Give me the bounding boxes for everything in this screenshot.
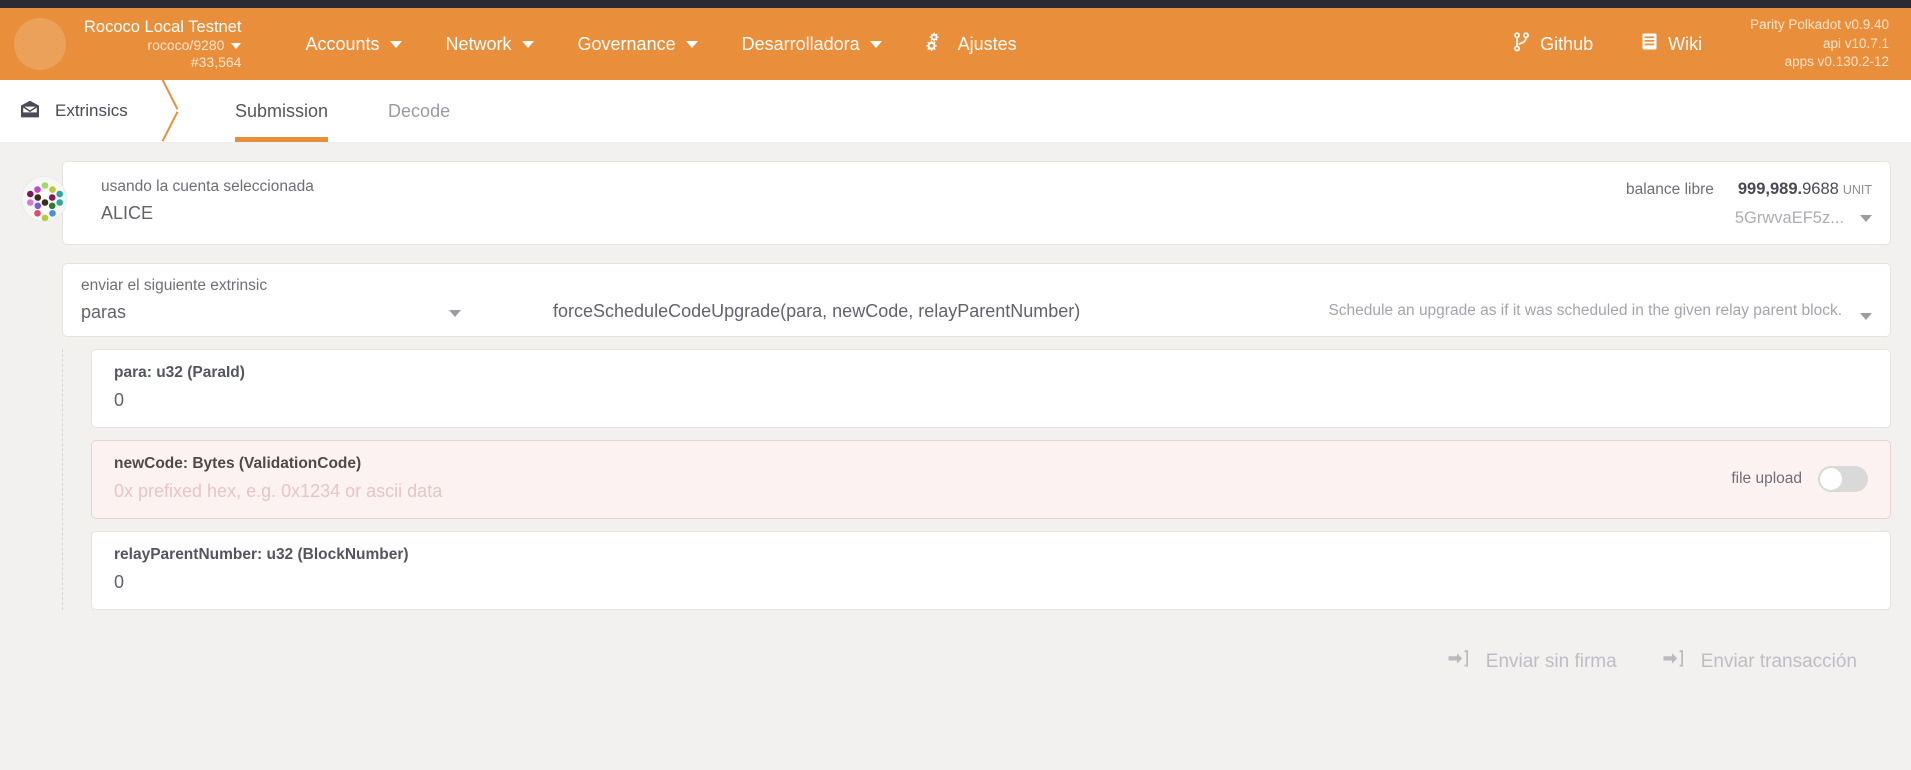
param-list: para: u32 (ParaId) 0 newCode: Bytes (Val… — [62, 349, 1891, 610]
node-version: Parity Polkadot v0.9.40 — [1750, 17, 1889, 33]
balance-unit: UNIT — [1842, 183, 1872, 197]
account-label: usando la cuenta seleccionada — [101, 178, 314, 195]
page-title-label: Extrinsics — [55, 101, 128, 120]
github-link[interactable]: Github — [1491, 22, 1615, 67]
nav-item-label: Accounts — [305, 33, 380, 54]
account-selector-card[interactable]: usando la cuenta seleccionada ALICE bala… — [21, 161, 1891, 245]
sign-in-icon — [1663, 650, 1683, 673]
version-info: Parity Polkadot v0.9.40 api v10.7.1 apps… — [1750, 16, 1889, 72]
param-label: relayParentNumber: u32 (BlockNumber) — [114, 546, 409, 563]
sign-in-icon — [1448, 650, 1468, 673]
submit-unsigned-button[interactable]: Enviar sin firma — [1448, 650, 1617, 673]
tab-bar: Extrinsics Submission Decode — [0, 80, 1911, 143]
param-row-newcode[interactable]: newCode: Bytes (ValidationCode) 0x prefi… — [91, 440, 1891, 519]
action-label: Enviar sin firma — [1485, 650, 1617, 672]
nav-item-accounts[interactable]: Accounts — [283, 24, 423, 65]
gears-icon — [925, 32, 948, 57]
param-row-para[interactable]: para: u32 (ParaId) 0 — [91, 349, 1891, 428]
balance-amount: 999,989.9688 UNIT — [1738, 180, 1872, 199]
toggle-knob — [1820, 467, 1842, 490]
chain-block-number: #33,564 — [190, 54, 242, 71]
page-title: Extrinsics — [0, 80, 165, 142]
book-icon — [1641, 32, 1658, 56]
tab-label: Decode — [388, 100, 451, 121]
polkadot-identicon[interactable] — [21, 176, 67, 222]
top-window-strip — [0, 0, 1911, 8]
extrinsic-label: enviar el siguiente extrinsic — [81, 277, 268, 294]
chevron-down-icon[interactable] — [1860, 215, 1872, 222]
nav-item-developer[interactable]: Desarrolladora — [720, 24, 904, 65]
chevron-down-icon — [521, 40, 534, 48]
github-label: Github — [1540, 33, 1594, 54]
file-upload-control: file upload — [1731, 465, 1872, 492]
param-label: para: u32 (ParaId) — [114, 364, 245, 381]
nav-item-label: Governance — [577, 33, 676, 54]
wiki-link[interactable]: Wiki — [1619, 22, 1724, 66]
apps-version: apps v0.130.2-12 — [1784, 54, 1889, 70]
balance-label: balance libre — [1625, 181, 1714, 198]
tab-list: Submission Decode — [205, 80, 480, 142]
nav-item-settings[interactable]: Ajustes — [904, 22, 1039, 67]
param-input[interactable]: 0x prefixed hex, e.g. 0x1234 or ascii da… — [114, 481, 442, 502]
action-bar: Enviar sin firma Enviar transacción — [20, 610, 1891, 673]
nav-item-label: Ajustes — [957, 33, 1017, 54]
method-description: Schedule an upgrade as if it was schedul… — [1328, 302, 1842, 319]
tab-submission[interactable]: Submission — [205, 80, 358, 142]
pallet-select[interactable]: enviar el siguiente extrinsic paras — [63, 264, 553, 336]
method-description-area[interactable]: Schedule an upgrade as if it was schedul… — [1328, 264, 1890, 336]
param-input[interactable]: 0 — [114, 390, 1872, 411]
tab-label: Submission — [235, 100, 329, 121]
param-row-relayparentnumber[interactable]: relayParentNumber: u32 (BlockNumber) 0 — [91, 531, 1891, 610]
chain-selector[interactable]: Rococo Local Testnet rococo/9280 #33,564 — [84, 17, 242, 71]
submit-transaction-button[interactable]: Enviar transacción — [1663, 650, 1857, 673]
chain-name: Rococo Local Testnet — [84, 17, 242, 36]
nav-item-label: Desarrolladora — [741, 33, 860, 54]
extrinsic-selector-card: enviar el siguiente extrinsic paras forc… — [62, 263, 1891, 337]
chevron-down-icon — [869, 40, 882, 48]
chevron-down-icon[interactable] — [1860, 313, 1872, 320]
api-version: api v10.7.1 — [1822, 35, 1889, 51]
chevron-down-icon[interactable] — [449, 310, 461, 317]
git-branch-icon — [1513, 31, 1530, 57]
chain-logo — [14, 18, 66, 70]
nav-item-label: Network — [445, 33, 512, 54]
app-bar: Rococo Local Testnet rococo/9280 #33,564… — [0, 8, 1911, 80]
chevron-down-icon — [389, 40, 402, 48]
breadcrumb-chevron-icon — [165, 80, 205, 142]
envelope-icon — [20, 100, 40, 123]
balance-whole: 999,989. — [1737, 180, 1803, 198]
account-value: ALICE — [101, 203, 154, 223]
wiki-label: Wiki — [1668, 33, 1703, 54]
extrinsics-submission-page: usando la cuenta seleccionada ALICE bala… — [0, 143, 1911, 770]
param-label: newCode: Bytes (ValidationCode) — [114, 455, 362, 472]
file-upload-label: file upload — [1731, 469, 1802, 487]
chevron-down-icon — [685, 40, 698, 48]
tab-decode[interactable]: Decode — [358, 80, 480, 142]
chevron-down-icon[interactable] — [231, 42, 242, 49]
chain-spec: rococo/9280 — [147, 36, 225, 53]
nav-item-network[interactable]: Network — [424, 24, 556, 65]
main-nav: Accounts Network Governance Desarrollado… — [283, 22, 1491, 67]
balance-fraction: 9688 — [1802, 180, 1839, 198]
external-links: Github Wiki — [1491, 22, 1724, 67]
nav-item-governance[interactable]: Governance — [556, 24, 720, 65]
method-value: forceScheduleCodeUpgrade(para, newCode, … — [553, 301, 1081, 321]
action-label: Enviar transacción — [1700, 650, 1857, 672]
pallet-value: paras — [81, 302, 127, 322]
balance-box: balance libre 999,989.9688 UNIT 5GrwvaEF5… — [1626, 178, 1872, 228]
param-input[interactable]: 0 — [114, 572, 1872, 593]
account-address: 5GrwvaEF5z... — [1734, 209, 1844, 227]
method-select[interactable]: forceScheduleCodeUpgrade(para, newCode, … — [553, 264, 1328, 336]
file-upload-toggle[interactable] — [1818, 465, 1868, 492]
